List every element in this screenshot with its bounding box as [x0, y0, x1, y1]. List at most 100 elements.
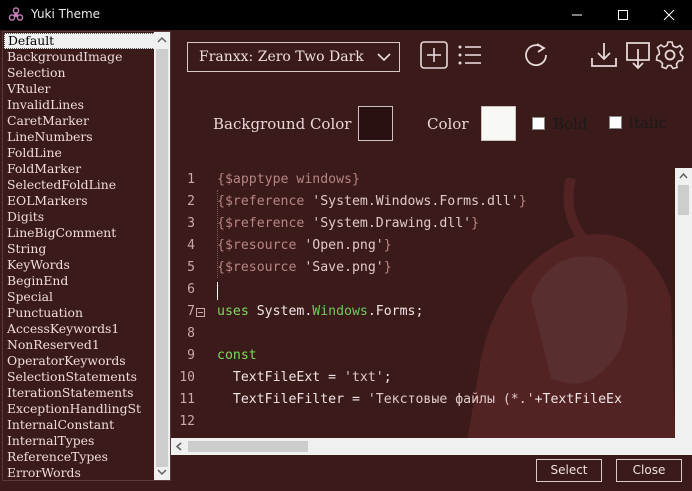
minimize-button[interactable]: [554, 0, 600, 30]
element-list-item[interactable]: Special: [4, 289, 155, 305]
gear-icon[interactable]: [655, 40, 685, 70]
code-line: const: [217, 348, 257, 370]
element-list-items: Default BackgroundImage Selection VRuler Inv…: [4, 33, 155, 481]
code-token: System.: [256, 304, 313, 319]
line-number: 5: [187, 260, 195, 275]
element-list-scroll-thumb[interactable]: [156, 49, 168, 467]
code-line: TextFileExt = 'txt';: [217, 370, 392, 392]
code-token: 'Open.png': [304, 238, 384, 253]
line-number: 11: [179, 392, 195, 407]
element-list-scrollbar[interactable]: [154, 32, 170, 480]
element-list-item[interactable]: NonReserved1: [4, 337, 155, 353]
line-number: 4: [187, 238, 195, 253]
code-line: TextFileFilter = 'Текстовые файлы (*.'+T…: [217, 392, 622, 414]
element-list-item[interactable]: EOLMarkers: [4, 193, 155, 209]
scroll-up-icon[interactable]: [154, 32, 170, 48]
element-list-item[interactable]: VRuler: [4, 81, 155, 97]
scroll-left-icon[interactable]: [171, 438, 187, 455]
element-list-item[interactable]: FoldMarker: [4, 161, 155, 177]
element-list-item[interactable]: Selection: [4, 65, 155, 81]
scroll-up-icon[interactable]: [675, 168, 692, 184]
element-list-item[interactable]: Punctuation: [4, 305, 155, 321]
background-color-label: Background Color: [213, 115, 352, 133]
select-button[interactable]: Select: [536, 459, 602, 482]
element-list-item[interactable]: SelectionStatements: [4, 369, 155, 385]
add-icon[interactable]: [419, 40, 449, 70]
app-logo-icon: [8, 7, 24, 21]
element-list-item[interactable]: Default: [4, 33, 155, 49]
code-token: uses: [217, 304, 257, 319]
line-number: 10: [179, 370, 195, 385]
code-line: {$apptype windows}: [217, 172, 360, 194]
window-title: Yuki Theme: [31, 7, 101, 21]
element-list-item[interactable]: CaretMarker: [4, 113, 155, 129]
bold-checkbox[interactable]: [532, 117, 545, 130]
code-line: {$reference 'System.Drawing.dll'}: [217, 216, 479, 238]
code-token: }: [471, 216, 480, 231]
scroll-down-icon[interactable]: [154, 464, 170, 480]
element-list-item[interactable]: AccessKeywords1: [4, 321, 155, 337]
fold-marker-icon[interactable]: [196, 308, 205, 317]
code-preview-editor[interactable]: 1 2 3 4 5 6 7 8 9 10 11 12 {$apptype windows} {$refe…: [171, 168, 692, 455]
element-list-item[interactable]: BeginEnd: [4, 273, 155, 289]
minimize-icon: [572, 14, 582, 16]
element-list-item[interactable]: BackgroundImage: [4, 49, 155, 65]
code-token: {$apptype windows}: [217, 172, 360, 187]
italic-label: Italic: [628, 114, 667, 132]
code-line: uses System.Windows.Forms;: [217, 304, 423, 326]
background-color-swatch[interactable]: [358, 106, 393, 141]
line-number: 9: [187, 348, 195, 363]
element-list-item[interactable]: String: [4, 241, 155, 257]
editor-horizontal-scrollbar[interactable]: [171, 438, 675, 455]
refresh-icon[interactable]: [521, 40, 551, 70]
theme-dropdown[interactable]: Franxx: Zero Two Dark: [187, 42, 400, 72]
download-icon[interactable]: [589, 40, 619, 70]
code-token: }: [383, 260, 392, 275]
code-token: 'System.Drawing.dll': [312, 216, 472, 231]
line-number: 8: [187, 326, 195, 341]
element-list-item[interactable]: ErrorWords: [4, 465, 155, 481]
theme-dropdown-value: Franxx: Zero Two Dark: [199, 49, 364, 65]
export-icon[interactable]: [623, 40, 653, 70]
chevron-down-icon: [377, 53, 391, 62]
close-button[interactable]: Close: [616, 459, 682, 482]
element-list-item[interactable]: InvalidLines: [4, 97, 155, 113]
maximize-button[interactable]: [600, 0, 646, 30]
editor-horizontal-scroll-thumb[interactable]: [188, 441, 308, 452]
line-number: 1: [187, 172, 195, 187]
code-token: {$resource: [217, 260, 305, 275]
element-list-item[interactable]: ExceptionHandlingSt: [4, 401, 155, 417]
element-list-item[interactable]: Digits: [4, 209, 155, 225]
title-bar: Yuki Theme: [0, 0, 692, 30]
element-list-item[interactable]: ReferenceTypes: [4, 449, 155, 465]
element-list-item[interactable]: LineBigComment: [4, 225, 155, 241]
code-token: }: [383, 238, 392, 253]
element-list[interactable]: Default BackgroundImage Selection VRuler Inv…: [2, 31, 171, 481]
color-swatch[interactable]: [481, 106, 516, 141]
element-list-item[interactable]: FoldLine: [4, 145, 155, 161]
code-token: .Forms;: [367, 304, 424, 319]
code-token: 'txt': [344, 370, 384, 385]
code-token: TextFileExt =: [217, 370, 345, 385]
element-list-item[interactable]: OperatorKeywords: [4, 353, 155, 369]
close-window-button[interactable]: [646, 0, 692, 30]
italic-checkbox[interactable]: [609, 116, 622, 129]
element-list-item[interactable]: LineNumbers: [4, 129, 155, 145]
code-token: TextFileFilter =: [217, 392, 368, 407]
code-line: {$reference 'System.Windows.Forms.dll'}: [217, 194, 527, 216]
color-label: Color: [427, 115, 469, 133]
line-number: 3: [187, 216, 195, 231]
code-token: 'System.Windows.Forms.dll': [312, 194, 519, 209]
element-list-item[interactable]: SelectedFoldLine: [4, 177, 155, 193]
editor-vertical-scrollbar[interactable]: [675, 168, 692, 455]
text-caret: [217, 282, 218, 300]
line-number: 2: [187, 194, 195, 209]
editor-vertical-scroll-thumb[interactable]: [678, 185, 689, 215]
element-list-item[interactable]: InternalConstant: [4, 417, 155, 433]
maximize-icon: [618, 10, 628, 20]
element-list-item[interactable]: KeyWords: [4, 257, 155, 273]
element-list-item[interactable]: IterationStatements: [4, 385, 155, 401]
scrollbar-corner: [675, 438, 692, 455]
element-list-item[interactable]: InternalTypes: [4, 433, 155, 449]
list-icon[interactable]: [455, 40, 485, 70]
